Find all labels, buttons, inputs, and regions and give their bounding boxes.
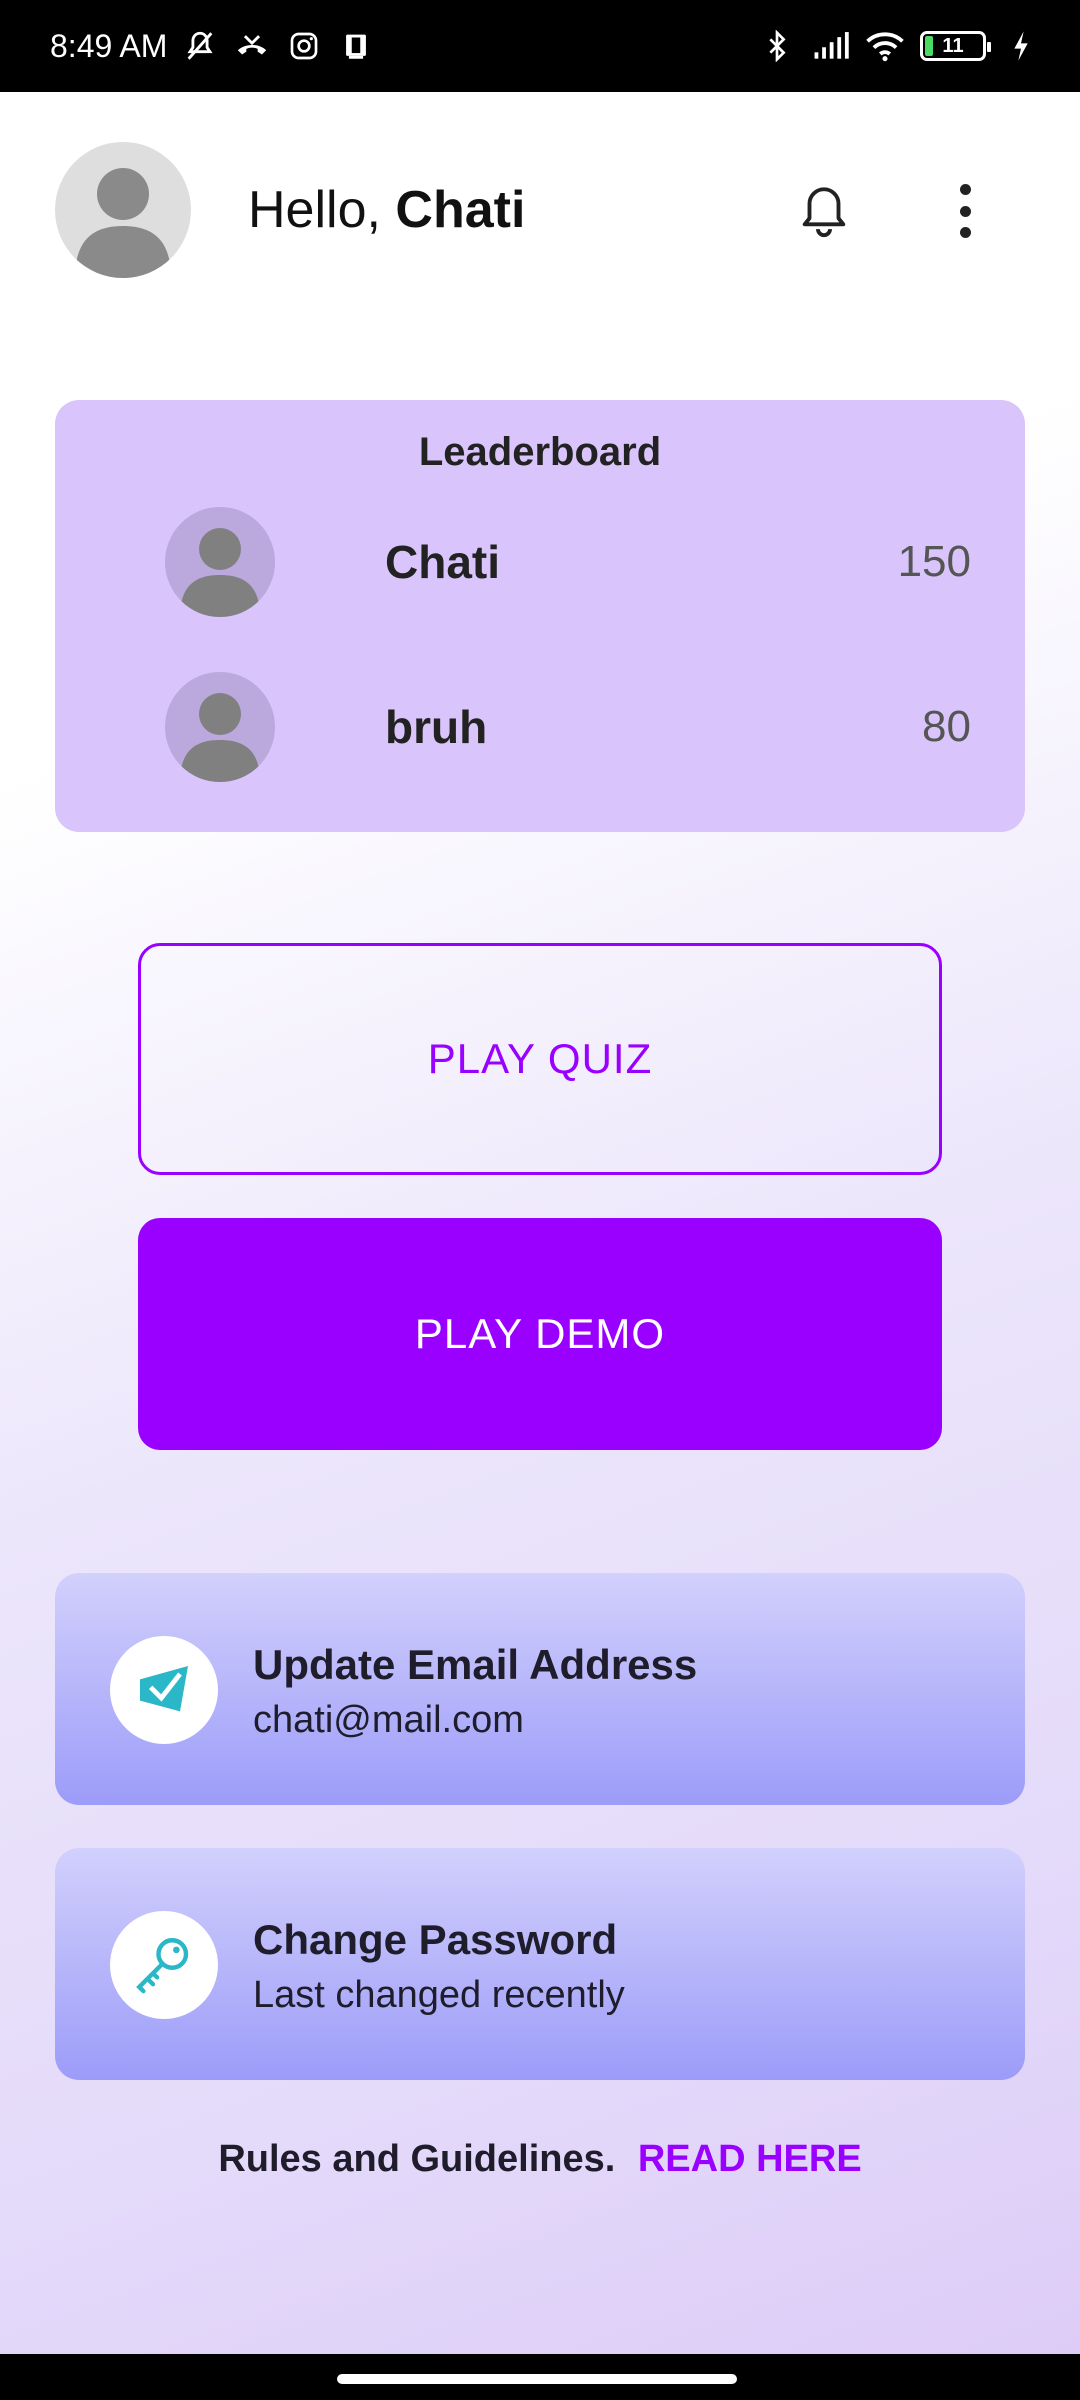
player-avatar (165, 507, 275, 617)
rules-footer: Rules and Guidelines. READ HERE (0, 2138, 1080, 2181)
update-email-card[interactable]: Update Email Address chati@mail.com (55, 1573, 1025, 1805)
player-score: 80 (922, 702, 971, 751)
more-options-icon[interactable] (950, 184, 980, 238)
charging-icon (1002, 27, 1040, 65)
mute-icon (181, 27, 219, 65)
player-score: 150 (897, 537, 971, 586)
change-password-title: Change Password (253, 1916, 618, 1963)
play-demo-button[interactable]: PLAY DEMO (138, 1218, 942, 1450)
leaderboard-row: Chati 150 (165, 507, 971, 617)
change-password-card[interactable]: Change Password Last changed recently (55, 1848, 1025, 2080)
battery-level: 11 (942, 34, 964, 57)
app-header: Hello, Chati (0, 92, 1080, 328)
rules-text: Rules and Guidelines. (218, 2138, 616, 2180)
read-here-link[interactable]: READ HERE (638, 2138, 862, 2180)
update-email-title: Update Email Address (253, 1641, 698, 1688)
person-icon (180, 693, 260, 782)
person-icon (180, 528, 260, 617)
navigation-bar (0, 2354, 1080, 2400)
player-name: bruh (385, 701, 488, 753)
status-bar: 8:49 AM 11 (0, 0, 1080, 92)
instagram-icon (285, 27, 323, 65)
person-icon (75, 168, 171, 278)
wifi-icon (866, 27, 904, 65)
play-quiz-button[interactable]: PLAY QUIZ (138, 943, 942, 1175)
greeting-label: Hello, (248, 181, 381, 239)
user-avatar[interactable] (55, 142, 191, 278)
greeting-user-name: Chati (395, 181, 526, 239)
player-name: Chati (385, 536, 500, 588)
home-gesture-handle[interactable] (337, 2374, 737, 2384)
password-status: Last changed recently (253, 1974, 625, 2016)
player-avatar (165, 672, 275, 782)
leaderboard-card: Leaderboard Chati 150 bruh 80 (55, 400, 1025, 832)
screen-icon (337, 27, 375, 65)
leaderboard-row: bruh 80 (165, 672, 971, 782)
email-icon (110, 1636, 218, 1744)
battery-icon: 11 (920, 31, 991, 61)
missed-call-icon (233, 27, 271, 65)
leaderboard-title: Leaderboard (418, 430, 662, 474)
key-icon (110, 1911, 218, 2019)
signal-icon (812, 27, 850, 65)
bluetooth-icon (758, 27, 796, 65)
greeting-text: Hello, Chati (248, 180, 525, 240)
status-time: 8:49 AM (50, 27, 168, 64)
notification-bell-icon[interactable] (795, 182, 853, 240)
current-email: chati@mail.com (253, 1699, 524, 1741)
